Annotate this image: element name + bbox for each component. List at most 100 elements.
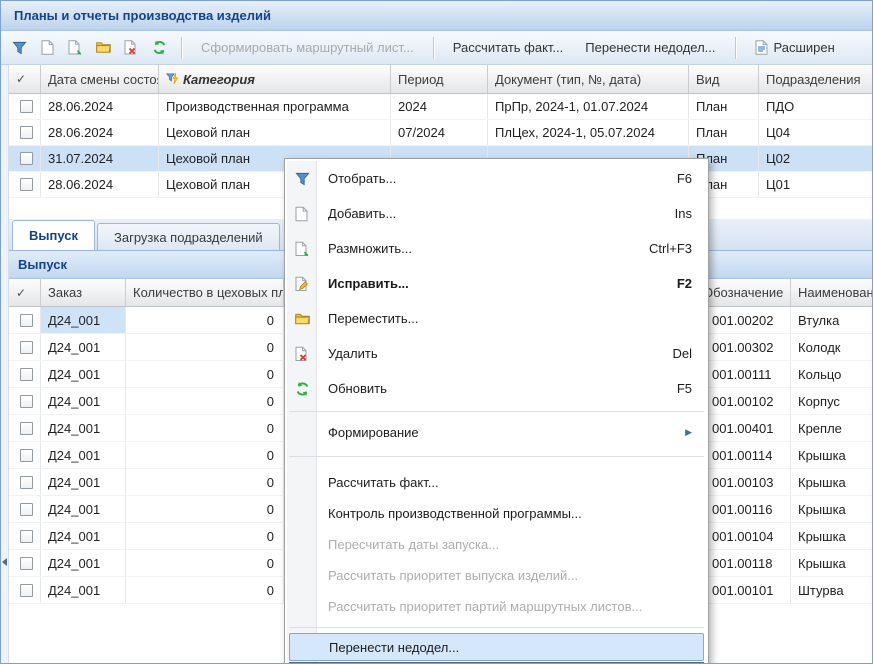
menu-item-duplicate-label: Размножить... bbox=[328, 241, 412, 256]
output-col-header-order[interactable]: Заказ bbox=[41, 279, 126, 306]
row-checkbox[interactable] bbox=[20, 395, 33, 408]
check-all-icon: ✓ bbox=[16, 72, 26, 86]
tab-department-load[interactable]: Загрузка подразделений bbox=[97, 223, 280, 250]
context-menu: Отобрать...F6Добавить...InsРазмножить...… bbox=[284, 158, 709, 664]
add-toolbar-button[interactable] bbox=[34, 35, 60, 61]
filter-icon bbox=[12, 41, 27, 55]
menu-item-priority-batches-label: Рассчитать приоритет партий маршрутных л… bbox=[328, 599, 642, 614]
delete-toolbar-button[interactable] bbox=[118, 35, 144, 61]
output-cell-qty: 0 bbox=[126, 469, 284, 495]
menu-item-refresh-label: Обновить bbox=[328, 381, 387, 396]
menu-item-delete-label: Удалить bbox=[328, 346, 378, 361]
row-checkbox[interactable] bbox=[20, 126, 33, 139]
new-doc-icon bbox=[41, 40, 54, 55]
output-cell-qty: 0 bbox=[126, 307, 284, 333]
menu-item-refresh[interactable]: Обновить F5 bbox=[287, 371, 706, 406]
tab-output[interactable]: Выпуск bbox=[12, 220, 95, 250]
output-cell-code: 001.00118 bbox=[696, 550, 791, 576]
output-cell-code: 001.00114 bbox=[696, 442, 791, 468]
output-col-header-code[interactable]: Обозначение bbox=[696, 279, 791, 306]
output-col-header-name[interactable]: Наименование bbox=[791, 279, 873, 306]
menu-item-filter[interactable]: Отобрать...F6 bbox=[287, 161, 706, 196]
plans-cell-division: Ц01 bbox=[759, 172, 873, 197]
app-window: Планы и отчеты производства изделий Сфор… bbox=[0, 0, 873, 664]
extended-button-label: Расширен bbox=[774, 40, 835, 55]
output-cell-name: Крышка bbox=[791, 496, 873, 522]
output-cell-name: Колодк bbox=[791, 334, 873, 360]
plans-col-header-document[interactable]: Документ (тип, №, дата) bbox=[488, 65, 689, 93]
output-col-header-check[interactable]: ✓ bbox=[9, 279, 41, 306]
menu-item-transfer-shortfall[interactable]: Перенести недодел... bbox=[289, 633, 704, 661]
plans-row[interactable]: 28.06.2024Цеховой план07/2024ПлЦех, 2024… bbox=[9, 120, 872, 146]
output-cell-name: Корпус bbox=[791, 388, 873, 414]
row-checkbox[interactable] bbox=[20, 557, 33, 570]
row-checkbox[interactable] bbox=[20, 449, 33, 462]
output-cell-check bbox=[9, 361, 41, 387]
folder-icon bbox=[96, 41, 111, 54]
output-cell-check bbox=[9, 307, 41, 333]
menu-item-edit-label: Исправить... bbox=[328, 276, 409, 291]
output-cell-qty: 0 bbox=[126, 496, 284, 522]
duplicate-toolbar-button[interactable] bbox=[62, 35, 88, 61]
row-checkbox[interactable] bbox=[20, 152, 33, 165]
menu-item-delete[interactable]: Удалить Del bbox=[287, 336, 706, 371]
output-cell-code: 001.00401 bbox=[696, 415, 791, 441]
plans-cell-document: ПлЦех, 2024-1, 05.07.2024 bbox=[488, 120, 689, 145]
menu-item-delete-shortcut: Del bbox=[652, 346, 692, 361]
plans-col-header-check[interactable]: ✓ bbox=[9, 65, 41, 93]
row-checkbox[interactable] bbox=[20, 503, 33, 516]
output-cell-order: Д24_001 bbox=[41, 307, 126, 333]
output-cell-order: Д24_001 bbox=[41, 361, 126, 387]
output-cell-name: Втулка bbox=[791, 307, 873, 333]
toolbar: Сформировать маршрутный лист...Рассчитат… bbox=[1, 31, 872, 65]
edit-doc-icon bbox=[295, 276, 309, 291]
section-title: Выпуск bbox=[18, 257, 67, 272]
menu-item-formation[interactable]: Формирование▶ bbox=[287, 417, 706, 447]
plans-col-header-kind[interactable]: Вид bbox=[689, 65, 759, 93]
collapse-arrow-icon[interactable] bbox=[2, 558, 7, 566]
copy-doc-icon bbox=[68, 40, 82, 55]
row-checkbox[interactable] bbox=[20, 341, 33, 354]
output-cell-order: Д24_001 bbox=[41, 550, 126, 576]
category-filter-icon bbox=[166, 73, 179, 85]
extended-button[interactable]: Расширен bbox=[745, 35, 845, 61]
menu-item-program-control[interactable]: Контроль производственной программы... bbox=[287, 498, 706, 529]
row-checkbox[interactable] bbox=[20, 584, 33, 597]
window-titlebar: Планы и отчеты производства изделий bbox=[1, 1, 872, 31]
row-checkbox[interactable] bbox=[20, 314, 33, 327]
menu-item-priority-products: Рассчитать приоритет выпуска изделий... bbox=[287, 560, 706, 591]
menu-item-refresh-shortcut: F5 bbox=[657, 381, 692, 396]
menu-item-duplicate[interactable]: Размножить...Ctrl+F3 bbox=[287, 231, 706, 266]
plans-row[interactable]: 28.06.2024Производственная программа2024… bbox=[9, 94, 872, 120]
plans-col-header-category[interactable]: Категория bbox=[159, 65, 391, 93]
output-cell-check bbox=[9, 442, 41, 468]
menu-item-edit[interactable]: Исправить...F2 bbox=[287, 266, 706, 301]
plans-cell-division: Ц04 bbox=[759, 120, 873, 145]
delete-doc-icon bbox=[295, 346, 309, 361]
plans-col-header-date[interactable]: Дата смены состояния bbox=[41, 65, 159, 93]
output-cell-check bbox=[9, 388, 41, 414]
output-cell-code: 001.00116 bbox=[696, 496, 791, 522]
row-checkbox[interactable] bbox=[20, 100, 33, 113]
menu-item-calc-fact[interactable]: Рассчитать факт... bbox=[287, 467, 706, 498]
output-cell-qty: 0 bbox=[126, 577, 284, 603]
refresh-toolbar-button[interactable] bbox=[146, 35, 172, 61]
menu-item-move[interactable]: Переместить... bbox=[287, 301, 706, 336]
row-checkbox[interactable] bbox=[20, 476, 33, 489]
context-menu-separator bbox=[289, 627, 704, 628]
row-checkbox[interactable] bbox=[20, 368, 33, 381]
row-checkbox[interactable] bbox=[20, 530, 33, 543]
row-checkbox[interactable] bbox=[20, 422, 33, 435]
transfer-shortfall-button[interactable]: Перенести недодел... bbox=[575, 35, 725, 61]
menu-item-filter-shortcut: F6 bbox=[657, 171, 692, 186]
calculate-fact-button[interactable]: Рассчитать факт... bbox=[443, 35, 574, 61]
move-toolbar-button[interactable] bbox=[90, 35, 116, 61]
row-checkbox[interactable] bbox=[20, 178, 33, 191]
menu-item-add[interactable]: Добавить...Ins bbox=[287, 196, 706, 231]
delete-doc-icon bbox=[124, 40, 138, 55]
splitter-strip[interactable] bbox=[1, 65, 9, 663]
plans-col-header-period[interactable]: Период bbox=[391, 65, 488, 93]
filter-toolbar-button[interactable] bbox=[6, 35, 32, 61]
plans-col-header-division[interactable]: Подразделения bbox=[759, 65, 873, 93]
output-col-header-qty[interactable]: Количество в цеховых планах bbox=[126, 279, 284, 306]
